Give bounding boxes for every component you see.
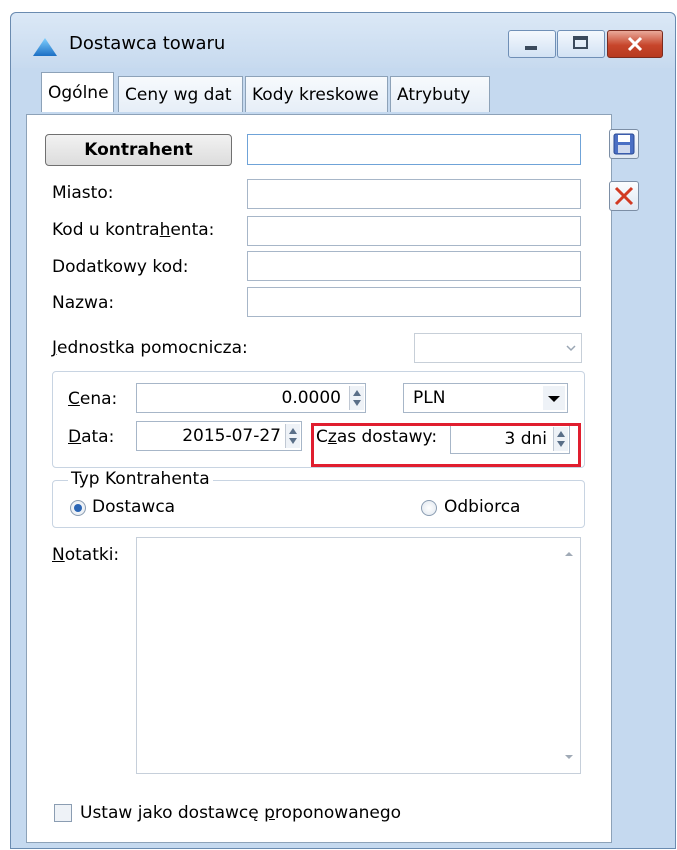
dodatkowy-kod-label: Dodatkowy kod:	[52, 257, 189, 277]
tab-label: Ogólne	[48, 83, 109, 103]
minimize-icon	[525, 46, 537, 50]
tab-ogolne[interactable]: Ogólne	[41, 72, 114, 112]
currency-value: PLN	[413, 388, 446, 408]
radio-dostawca[interactable]	[70, 500, 86, 516]
tab-atrybuty[interactable]: Atrybuty	[390, 76, 490, 112]
nazwa-field[interactable]	[247, 287, 581, 317]
dostawca-proponowany-label: Ustaw jako dostawcę proponowanego	[80, 803, 402, 823]
arrow-down-icon	[353, 400, 361, 406]
data-spinner[interactable]	[285, 424, 300, 448]
typ-kontrahenta-title: Typ Kontrahenta	[68, 469, 213, 489]
cena-value: 0.0000	[281, 388, 341, 408]
radio-dostawca-label: Dostawca	[92, 497, 176, 517]
tab-ceny-wg-dat[interactable]: Ceny wg dat	[118, 76, 243, 112]
window-title: Dostawca towaru	[69, 33, 226, 54]
kod-label: Kod u kontrahenta:	[52, 220, 215, 240]
title-bar: Dostawca towaru	[11, 13, 675, 68]
maximize-button[interactable]	[557, 30, 605, 58]
arrow-up-icon	[353, 390, 361, 396]
cena-spinner[interactable]	[349, 386, 364, 410]
data-value: 2015-07-27	[182, 426, 281, 446]
save-button[interactable]	[609, 129, 639, 159]
save-icon	[613, 133, 635, 155]
cena-field[interactable]: 0.0000	[136, 383, 366, 413]
kod-kontrahenta-field[interactable]	[247, 216, 581, 246]
close-window-button[interactable]	[607, 30, 663, 58]
currency-select[interactable]: PLN	[403, 383, 568, 413]
scroll-up-icon[interactable]	[560, 546, 578, 560]
radio-odbiorca[interactable]	[421, 500, 437, 516]
highlight-box	[311, 423, 581, 467]
arrow-down-icon	[289, 438, 297, 444]
nazwa-label: Nazwa:	[52, 293, 115, 313]
cena-label: Cena:	[68, 389, 118, 409]
jednostka-label: Jednostka pomocnicza:	[52, 338, 248, 358]
notatki-textarea[interactable]	[136, 537, 581, 774]
data-field[interactable]: 2015-07-27	[136, 421, 302, 451]
miasto-label: Miasto:	[52, 183, 114, 203]
close-icon	[627, 36, 643, 52]
radio-odbiorca-label: Odbiorca	[444, 497, 521, 517]
minimize-button[interactable]	[508, 30, 556, 58]
app-triangle-icon	[33, 38, 57, 56]
delete-x-icon	[614, 186, 634, 206]
tab-kody-kreskowe[interactable]: Kody kreskowe	[245, 76, 388, 112]
chevron-down-icon	[566, 345, 576, 352]
dostawca-proponowany-checkbox[interactable]	[54, 804, 72, 822]
data-label: Data:	[68, 427, 115, 447]
cancel-button[interactable]	[609, 181, 639, 211]
miasto-field[interactable]	[247, 179, 581, 209]
tab-label: Kody kreskowe	[252, 85, 379, 105]
dodatkowy-kod-field[interactable]	[247, 251, 581, 281]
jednostka-dropdown[interactable]	[414, 333, 582, 363]
arrow-up-icon	[289, 428, 297, 434]
notatki-label: Notatki:	[52, 545, 120, 565]
kontrahent-field[interactable]	[247, 134, 581, 165]
dropdown-arrow-icon	[543, 386, 565, 410]
tab-label: Ceny wg dat	[125, 85, 232, 105]
scroll-down-icon[interactable]	[560, 751, 578, 765]
maximize-icon	[573, 36, 588, 49]
kontrahent-button[interactable]: Kontrahent	[45, 134, 232, 166]
tab-label: Atrybuty	[397, 85, 471, 105]
